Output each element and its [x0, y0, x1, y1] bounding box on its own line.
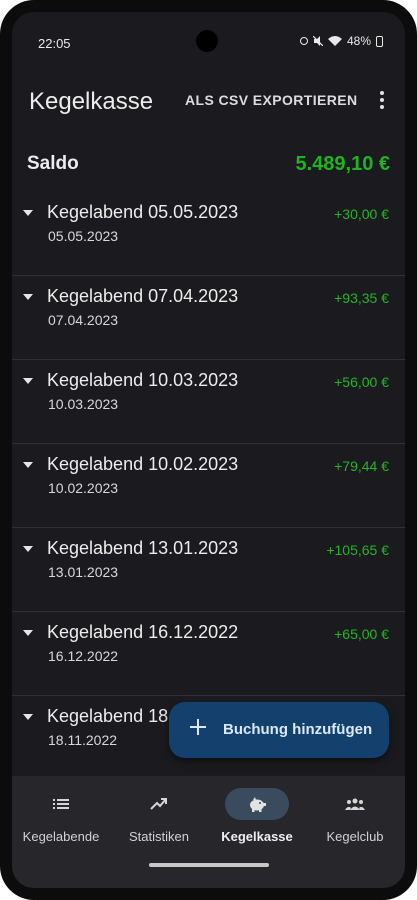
entry-date: 10.03.2023 [48, 396, 119, 412]
entry-date: 05.05.2023 [48, 228, 119, 244]
balance-row: Saldo 5.489,10 € [12, 137, 405, 177]
battery-icon [376, 35, 383, 47]
nav-label: Kegelclub [326, 829, 384, 844]
plus-icon [189, 718, 207, 736]
trending-up-icon [150, 798, 167, 810]
list-item[interactable]: Kegelabend 10.03.2023 10.03.2023 +56,00 … [12, 360, 405, 444]
app-title: Kegelkasse [29, 88, 154, 115]
entry-title: Kegelabend 10.02.2023 [47, 454, 239, 474]
entry-title: Kegelabend 10.03.2023 [47, 370, 239, 390]
nav-item-statistiken[interactable]: Statistiken [110, 776, 208, 866]
expand-arrow-icon[interactable] [23, 378, 33, 384]
mute-icon [312, 36, 323, 46]
balance-label: Saldo [27, 153, 79, 174]
home-indicator[interactable] [149, 863, 269, 867]
nav-label: Kegelabende [22, 829, 100, 844]
nav-item-kegelkasse[interactable]: Kegelkasse [208, 776, 306, 866]
add-booking-button[interactable]: Buchung hinzufügen [169, 702, 389, 758]
entry-date: 18.11.2022 [48, 732, 118, 748]
entry-title: Kegelabend 18. [47, 706, 174, 726]
list-item[interactable]: Kegelabend 05.05.2023 05.05.2023 +30,00 … [12, 192, 405, 276]
entry-amount: +93,35 € [334, 290, 389, 306]
list-item[interactable]: Kegelabend 16.12.2022 16.12.2022 +65,00 … [12, 612, 405, 696]
entry-amount: +105,65 € [326, 542, 389, 558]
phone-frame: 22:05 48% Kegelkasse ALS CSV EXPORTIEREN… [0, 0, 417, 900]
expand-arrow-icon[interactable] [23, 546, 33, 552]
entry-date: 16.12.2022 [48, 648, 119, 664]
export-csv-button[interactable]: ALS CSV EXPORTIEREN [185, 92, 358, 108]
entry-title: Kegelabend 16.12.2022 [47, 622, 239, 642]
app-screen: 22:05 48% Kegelkasse ALS CSV EXPORTIEREN… [12, 12, 405, 888]
entry-title: Kegelabend 13.01.2023 [47, 538, 239, 558]
list-icon [53, 799, 69, 809]
expand-arrow-icon[interactable] [23, 462, 33, 468]
entry-amount: +65,00 € [334, 626, 389, 642]
add-booking-label: Buchung hinzufügen [223, 721, 373, 738]
list-item[interactable]: Kegelabend 10.02.2023 10.02.2023 +79,44 … [12, 444, 405, 528]
status-bar: 22:05 48% [12, 12, 405, 52]
expand-arrow-icon[interactable] [23, 714, 33, 720]
expand-arrow-icon[interactable] [23, 210, 33, 216]
entry-date: 13.01.2023 [48, 564, 119, 580]
nav-label: Statistiken [129, 829, 189, 844]
list-item[interactable]: Kegelabend 07.04.2023 07.04.2023 +93,35 … [12, 276, 405, 360]
more-vert-icon[interactable] [374, 88, 390, 112]
bottom-navigation: Kegelabende Statistiken Kegelkasse Kegel… [12, 776, 405, 888]
entry-amount: +30,00 € [334, 206, 389, 222]
piggy-bank-icon [250, 797, 266, 812]
battery-percent: 48% [346, 34, 371, 48]
entry-date: 10.02.2023 [48, 480, 119, 496]
entry-amount: +79,44 € [334, 458, 389, 474]
nav-indicator [225, 788, 289, 820]
nav-indicator [323, 788, 387, 820]
nav-item-kegelclub[interactable]: Kegelclub [306, 776, 404, 866]
nav-label: Kegelkasse [221, 829, 293, 844]
entry-list: Kegelabend 05.05.2023 05.05.2023 +30,00 … [12, 192, 405, 779]
entry-title: Kegelabend 07.04.2023 [47, 286, 239, 306]
expand-arrow-icon[interactable] [23, 294, 33, 300]
entry-date: 07.04.2023 [48, 312, 119, 328]
nav-indicator [127, 788, 191, 820]
camera-cutout [196, 30, 218, 52]
wifi-icon [327, 36, 342, 46]
nav-item-kegelabende[interactable]: Kegelabende [12, 776, 110, 866]
balance-value: 5.489,10 € [295, 153, 390, 175]
nav-indicator [29, 788, 93, 820]
group-icon [345, 798, 365, 810]
entry-amount: +56,00 € [334, 374, 389, 390]
entry-title: Kegelabend 05.05.2023 [47, 202, 239, 222]
status-icons: 48% [299, 34, 383, 48]
app-bar: Kegelkasse ALS CSV EXPORTIEREN [12, 72, 405, 128]
status-time: 22:05 [38, 36, 71, 51]
alarm-icon [299, 37, 308, 45]
list-item[interactable]: Kegelabend 13.01.2023 13.01.2023 +105,65… [12, 528, 405, 612]
expand-arrow-icon[interactable] [23, 630, 33, 636]
